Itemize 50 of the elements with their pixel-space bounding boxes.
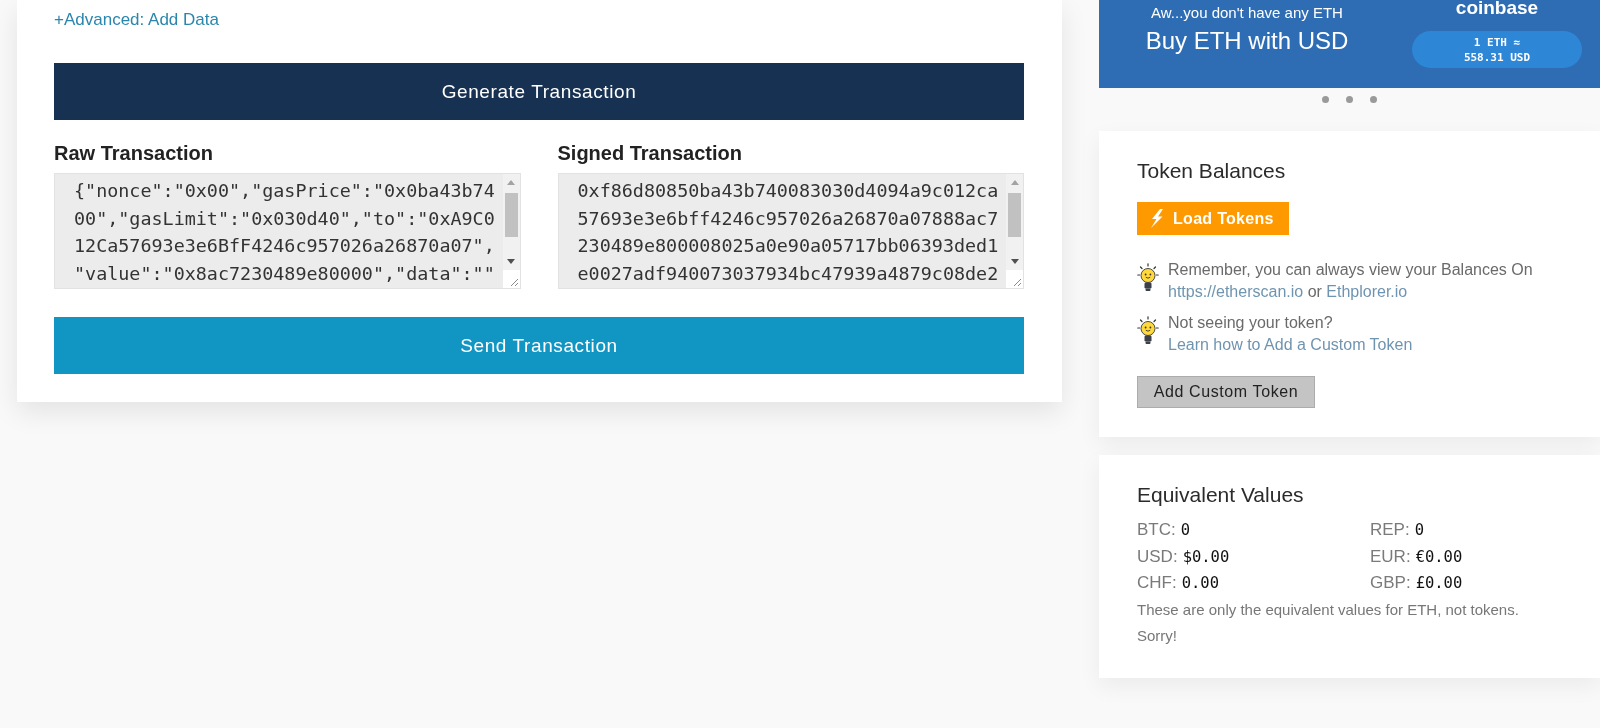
advanced-add-data-link[interactable]: +Advanced: Add Data — [54, 10, 219, 30]
caret-down-icon[interactable] — [1010, 259, 1019, 264]
transaction-label: Signed Transaction — [557, 141, 742, 166]
tip-text: Not seeing your token? Learn how to Add a Custom Token — [1168, 313, 1414, 355]
scrollbar[interactable] — [1006, 174, 1023, 270]
currency-value: £0.00 — [1415, 573, 1463, 594]
card-title: Equivalent Values — [1137, 483, 1304, 507]
tip-text: Remember, you can always view your Balances On https://etherscan.io or Ethplorer.io — [1168, 260, 1534, 302]
carousel-dot[interactable] — [1370, 96, 1377, 103]
scrollbar-thumb[interactable] — [1008, 193, 1021, 237]
currency-value: $0.00 — [1182, 546, 1230, 568]
add-custom-token-button[interactable]: Add Custom Token — [1137, 376, 1315, 408]
currency-label: GBP: — [1370, 572, 1411, 594]
currency-label: REP: — [1370, 519, 1410, 541]
load-tokens-button[interactable]: Load Tokens — [1137, 202, 1289, 235]
currency-label: USD: — [1137, 545, 1178, 568]
scrollbar-thumb[interactable] — [504, 193, 518, 237]
resize-grip-icon[interactable] — [502, 270, 520, 288]
lightbulb-icon — [1137, 263, 1159, 293]
lightbulb-icon — [1137, 316, 1159, 346]
carousel-dot[interactable] — [1346, 96, 1353, 103]
currency-label: EUR: — [1370, 545, 1411, 568]
transaction-field[interactable]: 0xf86d80850ba43b740083030d4094a9c012ca57693e3e6bff4246c957026a26870a07888ac7230489e800008025a0e90a05717bb06393ded1e0027adf940073037934bc47939a4879c08de2 — [557, 173, 1024, 289]
scrollbar[interactable] — [502, 174, 520, 270]
transaction-field[interactable]: {"nonce":"0x00","gasPrice":"0x0ba43b7400","gasLimit":"0x030d40","to":"0xA9C012Ca57693e3e6BfF4246c957026a26870a07","value":"0x8ac7230489e80000","data":"" — [54, 173, 521, 289]
generate-transaction-button[interactable]: Generate Transaction — [54, 63, 1024, 120]
tip-link[interactable]: Learn how to Add a Custom Token — [1168, 336, 1413, 353]
currency-value: 0 — [1414, 520, 1425, 541]
lightning-icon — [1150, 209, 1164, 228]
equivalent-values-note: These are only the equivalent values for ETH, not tokens. Sorry! — [1137, 599, 1520, 646]
card-title: Token Balances — [1137, 159, 1286, 183]
send-transaction-button[interactable]: Send Transaction — [54, 317, 1024, 374]
carousel-dot[interactable] — [1322, 96, 1329, 103]
transaction-label: Raw Transaction — [54, 141, 213, 166]
exchange-rate-pill: 1 ETH ≈ 558.31 USD — [1412, 31, 1582, 68]
tip-link[interactable]: https://etherscan.io — [1168, 283, 1304, 300]
currency-label: BTC: — [1137, 519, 1176, 541]
caret-up-icon[interactable] — [1010, 180, 1019, 185]
caret-down-icon[interactable] — [507, 259, 515, 264]
currency-value: 0.00 — [1181, 573, 1219, 594]
brand-name: coinbase — [1455, 0, 1539, 18]
tip-link[interactable]: Ethplorer.io — [1326, 283, 1408, 300]
currency-value: €0.00 — [1415, 546, 1463, 568]
banner-subtitle: Aw...you don't have any ETH — [1151, 4, 1343, 22]
currency-label: CHF: — [1137, 572, 1177, 594]
caret-up-icon[interactable] — [507, 180, 515, 185]
banner-title: Buy ETH with USD — [1145, 26, 1349, 56]
resize-grip-icon[interactable] — [1006, 270, 1023, 288]
currency-value: 0 — [1180, 520, 1191, 541]
buy-eth-banner[interactable]: Aw...you don't have any ETH Buy ETH with USD coinbase 1 ETH ≈ 558.31 USD — [1099, 0, 1600, 88]
